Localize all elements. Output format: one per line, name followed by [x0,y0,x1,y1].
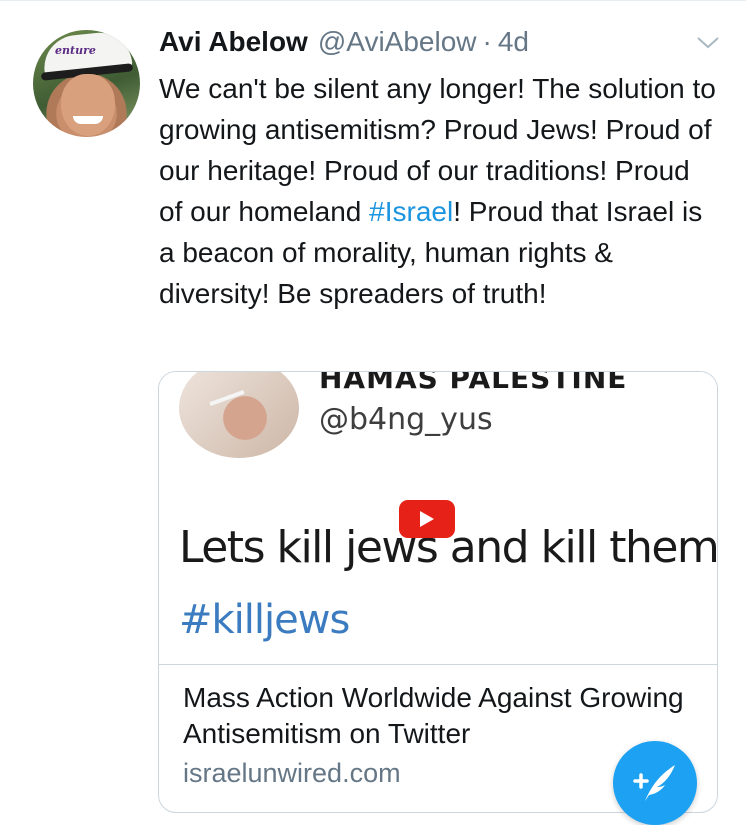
cap-logo-text: enture [55,44,96,57]
youtube-play-icon[interactable] [399,500,455,538]
embedded-account-handle: @b4ng_yus [319,402,493,437]
face-graphic [61,74,115,136]
caret-down-icon[interactable] [696,33,720,53]
embedded-avatar [179,372,299,458]
header-separator: · [482,26,492,57]
embedded-account-name: HAMAS PALESTINE [319,372,628,395]
tweet-header: Avi Abelow @AviAbelow · 4d [159,26,529,62]
embedded-hashtag: #killjews [179,597,350,643]
compose-tweet-icon [633,765,675,801]
link-card-image[interactable]: HAMAS PALESTINE @b4ng_yus Lets kill jews… [159,372,717,664]
author-handle[interactable]: @AviAbelow [318,26,477,58]
hashtag-link[interactable]: #Israel [369,196,453,227]
embedded-avatar-detail [209,389,245,407]
link-card-title[interactable]: Mass Action Worldwide Against Growing An… [183,680,693,752]
compose-tweet-button[interactable] [613,741,697,825]
play-triangle-shape [420,511,434,527]
author-display-name[interactable]: Avi Abelow [159,26,308,58]
tweet-text: We can't be silent any longer! The solut… [159,68,719,314]
avatar[interactable]: enture [33,30,140,137]
top-divider [0,0,746,1]
link-card-domain: israelunwired.com [183,758,401,788]
tweet-age[interactable]: 4d [498,26,529,58]
smile-graphic [73,116,103,124]
card-divider [159,664,717,665]
